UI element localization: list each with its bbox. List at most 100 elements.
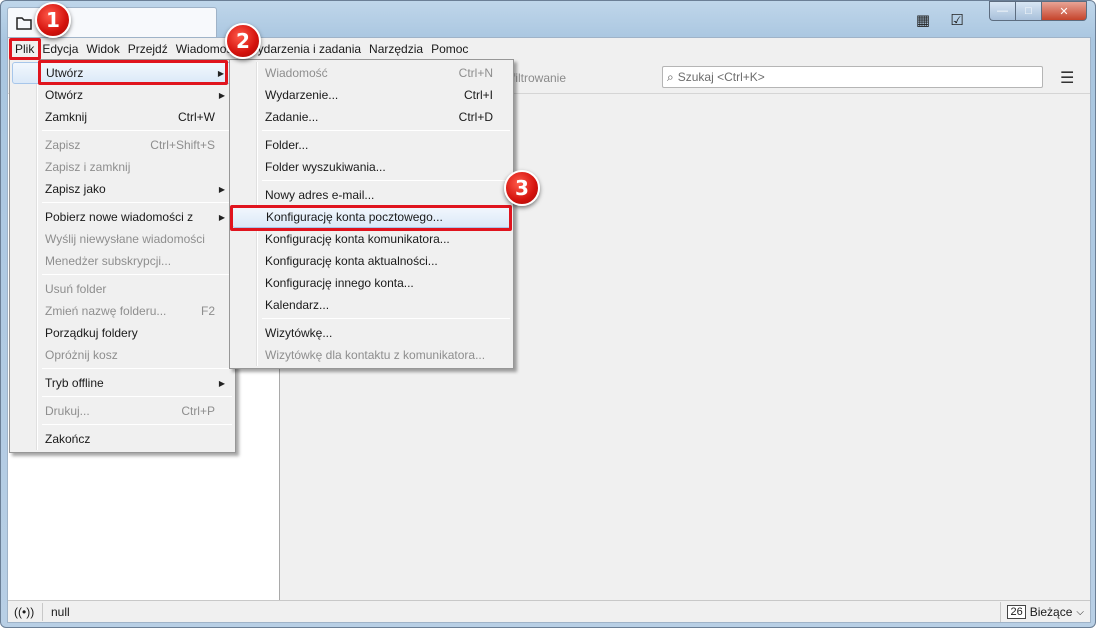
menu-item-label: Menedżer subskrypcji... [45,254,172,268]
new-menu-item-wiadomosc: Wiadomość Ctrl+N [232,62,511,84]
menu-widok[interactable]: Widok [82,42,123,56]
annotation-box-utworz [38,60,228,85]
new-menu-item-folder-wyszukiwania[interactable]: Folder wyszukiwania... [232,156,511,178]
new-menu-item-konfiguracje-konta-aktualnosci[interactable]: Konfigurację konta aktualności... [232,250,511,272]
online-status-icon[interactable]: ((•)) [14,605,34,619]
window-controls: — □ ✕ [989,1,1087,21]
tasks-tab-icon[interactable]: ☑ [947,11,967,29]
menu-separator [42,130,232,131]
file-menu-item-otworz[interactable]: Otwórz ▶ [12,84,233,106]
file-menu-item-oproznij-kosz: Opróżnij kosz [12,344,233,366]
menu-item-label: Usuń folder [45,282,107,296]
menu-item-label: Otwórz [45,88,84,102]
file-menu-item-pobierz-nowe-wiadomosci-z[interactable]: Pobierz nowe wiadomości z ▶ [12,206,233,228]
menu-przejdz[interactable]: Przejdź [124,42,172,56]
menu-item-label: Folder... [265,138,309,152]
status-bar: ((•)) null 26 Bieżące ⌵ [8,600,1090,622]
menu-pomoc[interactable]: Pomoc [427,42,472,56]
new-menu-item-zadanie[interactable]: Zadanie... Ctrl+D [232,106,511,128]
new-menu-item-kalendarz[interactable]: Kalendarz... [232,294,511,316]
menu-item-label: Zapisz i zamknij [45,160,131,174]
menu-item-shortcut: Ctrl+N [458,66,493,80]
search-icon: ⌕ [667,69,674,84]
menu-item-label: Zapisz [45,138,81,152]
menu-separator [262,130,510,131]
submenu-arrow-icon: ▶ [218,184,225,194]
file-menu-item-zamknij[interactable]: Zamknij Ctrl+W [12,106,233,128]
menu-separator [262,180,510,181]
menu-item-label: Tryb offline [45,376,104,390]
new-menu-item-konfiguracje-konta-komunikatora[interactable]: Konfigurację konta komunikatora... [232,228,511,250]
hamburger-menu-icon[interactable]: ☰ [1060,68,1074,88]
menu-item-label: Zmień nazwę folderu... [45,304,167,318]
menu-item-label: Zamknij [45,110,88,124]
annotation-box-plik [9,38,41,60]
calendar-tab-icon[interactable]: ▦ [913,11,933,29]
title-icons: ▦ ☑ [913,11,967,29]
new-menu-item-nowy-adres-e-mail[interactable]: Nowy adres e-mail... [232,184,511,206]
file-menu-item-menedzer-subskrypcji: Menedżer subskrypcji... [12,250,233,272]
annotation-badge-3: 3 [504,170,540,206]
menu-item-label: Pobierz nowe wiadomości z [45,210,194,224]
new-menu-item-wizytowke[interactable]: Wizytówkę... [232,322,511,344]
menu-item-label: Wiadomość [265,66,328,80]
menu-separator [42,396,232,397]
file-menu-item-drukuj: Drukuj... Ctrl+P [12,400,233,422]
menu-item-shortcut: Ctrl+I [463,88,493,102]
menu-narzedzia[interactable]: Narzędzia [365,42,427,56]
file-menu-item-porzadkuj-foldery[interactable]: Porządkuj foldery [12,322,233,344]
menu-edycja[interactable]: Edycja [38,42,82,56]
menu-item-label: Konfigurację konta komunikatora... [265,232,450,246]
file-menu-item-wyslij-niewyslane-wiadomosci: Wyślij niewysłane wiadomości [12,228,233,250]
today-pane-button[interactable]: 26 Bieżące ⌵ [1000,602,1084,622]
status-separator [42,602,43,621]
chevron-down-icon: ⌵ [1076,606,1084,618]
file-menu-item-zapisz: Zapisz Ctrl+Shift+S [12,134,233,156]
menu-item-shortcut: Ctrl+D [458,110,493,124]
close-button[interactable]: ✕ [1041,1,1087,21]
menu-item-label: Wydarzenie... [265,88,339,102]
file-menu-item-zapisz-i-zamknij: Zapisz i zamknij [12,156,233,178]
menu-bar: Plik Edycja Widok Przejdź Wiadomość Wyda… [8,38,1090,60]
search-input[interactable]: ⌕ Szukaj <Ctrl+K> [662,66,1043,88]
submenu-arrow-icon: ▶ [218,90,225,100]
menu-item-shortcut: Ctrl+P [181,404,215,418]
menu-separator [42,424,232,425]
maximize-button[interactable]: □ [1015,1,1041,21]
menu-separator [42,368,232,369]
file-menu-item-zmien-nazwe-folderu: Zmień nazwę folderu... F2 [12,300,233,322]
new-menu-item-folder[interactable]: Folder... [232,134,511,156]
menu-item-label: Zadanie... [265,110,319,124]
minimize-button[interactable]: — [989,1,1015,21]
today-pane-label: Bieżące [1029,605,1073,619]
menu-item-label: Konfigurację konta aktualności... [265,254,438,268]
folder-icon [16,16,32,30]
search-placeholder: Szukaj <Ctrl+K> [677,70,765,84]
app-window: a ▦ ☑ — □ ✕ Plik Edycja Widok Przejdź Wi… [0,0,1096,628]
file-menu-item-zakoncz[interactable]: Zakończ [12,428,233,450]
menu-item-shortcut: Ctrl+W [178,110,215,124]
annotation-badge-1: 1 [35,2,71,38]
file-menu: Utwórz ▶ Otwórz ▶ Zamknij Ctrl+W Zapisz Ctrl+Sh… [9,59,236,453]
submenu-arrow-icon: ▶ [218,212,225,222]
annotation-box-konfiguracja [230,205,512,231]
menu-item-label: Konfigurację innego konta... [265,276,414,290]
menu-separator [262,318,510,319]
menu-separator [42,274,232,275]
menu-item-label: Nowy adres e-mail... [265,188,375,202]
file-menu-item-tryb-offline[interactable]: Tryb offline ▶ [12,372,233,394]
menu-item-label: Folder wyszukiwania... [265,160,386,174]
menu-item-label: Porządkuj foldery [45,326,138,340]
new-menu-item-konfiguracje-innego-konta[interactable]: Konfigurację innego konta... [232,272,511,294]
menu-item-label: Zapisz jako [45,182,106,196]
menu-item-label: Kalendarz... [265,298,330,312]
file-menu-item-zapisz-jako[interactable]: Zapisz jako ▶ [12,178,233,200]
menu-item-label: Wyślij niewysłane wiadomości [45,232,205,246]
submenu-arrow-icon: ▶ [218,378,225,388]
status-text: null [51,604,70,619]
menu-wydarzenia[interactable]: Wydarzenia i zadania [242,42,365,56]
annotation-badge-2: 2 [225,23,261,59]
filter-label[interactable]: filtrowanie [512,71,566,85]
new-menu-item-wydarzenie[interactable]: Wydarzenie... Ctrl+I [232,84,511,106]
new-menu-item-wizytowke-dla-kontaktu-z-komunikatora: Wizytówkę dla kontaktu z komunikatora... [232,344,511,366]
